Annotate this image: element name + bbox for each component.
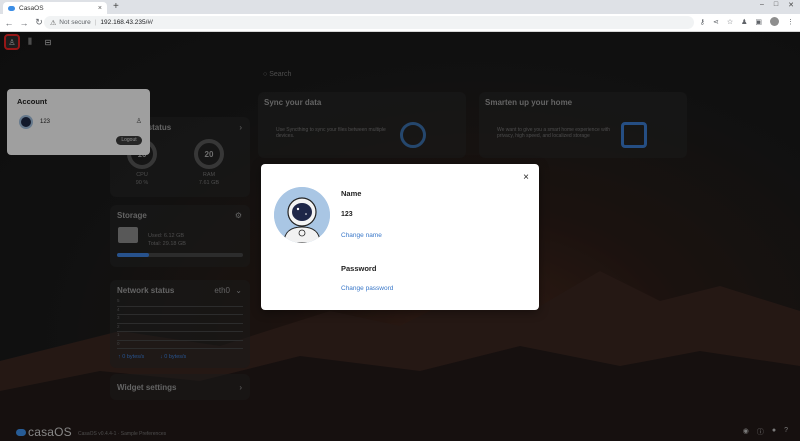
browser-tabstrip: CasaOS × + – □ ✕ xyxy=(0,0,800,14)
warning-icon: ⚠ xyxy=(50,19,57,27)
profile-icon[interactable]: ♟ xyxy=(741,18,747,26)
browser-toolbar: ← → ↻ ⚠ Not secure | 192.168.43.235/#/ ⚷… xyxy=(0,14,800,32)
star-icon[interactable]: ☆ xyxy=(727,18,733,26)
change-password-link[interactable]: Change password xyxy=(341,285,393,292)
not-secure-label: Not secure xyxy=(59,19,91,26)
tab-close-icon[interactable]: × xyxy=(98,5,102,12)
share-icon[interactable]: ⋖ xyxy=(713,18,719,26)
change-name-link[interactable]: Change name xyxy=(341,232,382,239)
astronaut-avatar-icon xyxy=(274,187,330,243)
sidepanel-icon[interactable]: ▣ xyxy=(755,18,762,26)
back-icon[interactable]: ← xyxy=(3,18,15,28)
forward-icon[interactable]: → xyxy=(18,18,30,28)
casaos-favicon-icon xyxy=(8,5,15,11)
user-avatar-icon[interactable] xyxy=(770,17,779,26)
name-value: 123 xyxy=(341,211,353,218)
menu-icon[interactable]: ⋮ xyxy=(787,18,794,26)
address-separator: | xyxy=(94,19,97,26)
minimize-icon[interactable]: – xyxy=(760,1,764,9)
maximize-icon[interactable]: □ xyxy=(774,1,778,9)
new-tab-button[interactable]: + xyxy=(113,1,119,12)
name-label: Name xyxy=(341,189,362,198)
toolbar-actions: ⚷ ⋖ ☆ ♟ ▣ ⋮ xyxy=(700,17,794,26)
close-icon[interactable]: × xyxy=(523,172,529,183)
key-icon[interactable]: ⚷ xyxy=(700,18,705,26)
browser-tab[interactable]: CasaOS × xyxy=(3,2,107,14)
tab-title: CasaOS xyxy=(19,4,44,12)
account-modal: × Name 123 Change name Password Change p… xyxy=(261,164,539,310)
address-bar[interactable]: ⚠ Not secure | 192.168.43.235/#/ xyxy=(44,16,694,29)
password-label: Password xyxy=(341,264,377,273)
close-window-icon[interactable]: ✕ xyxy=(788,1,794,9)
window-controls: – □ ✕ xyxy=(760,1,794,9)
url-text: 192.168.43.235/#/ xyxy=(100,19,153,26)
